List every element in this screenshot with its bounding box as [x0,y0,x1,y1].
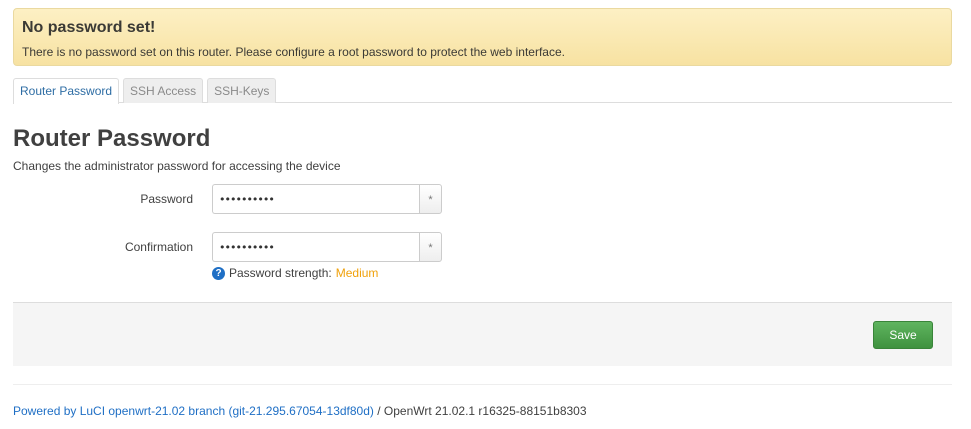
openwrt-version: / OpenWrt 21.02.1 r16325-88151b8303 [373,404,587,418]
footer: Powered by LuCI openwrt-21.02 branch (gi… [13,403,587,419]
password-label: Password [140,192,193,206]
tab-ssh-keys[interactable]: SSH-Keys [207,78,277,103]
confirmation-label: Confirmation [124,240,193,254]
section-description: Changes the administrator password for a… [13,159,341,173]
password-strength: ? Password strength: Medium [212,265,378,281]
save-button[interactable]: Save [873,321,933,349]
alert-text: There is no password set on this router.… [22,45,565,59]
no-password-alert: No password set! There is no password se… [13,8,952,66]
password-reveal-button[interactable]: * [419,184,442,214]
password-input-group: * [212,184,442,214]
confirmation-field[interactable] [212,232,419,262]
password-field[interactable] [212,184,419,214]
tab-ssh-access[interactable]: SSH Access [123,78,204,103]
confirmation-reveal-button[interactable]: * [419,232,442,262]
section-title: Router Password [13,125,211,152]
confirmation-input-group: * [212,232,442,262]
tab-bar: Router Password SSH Access SSH-Keys [13,78,952,104]
strength-label: Password strength: [229,266,332,280]
actions-bar: Save [13,302,952,366]
alert-title: No password set! [22,19,156,36]
footer-divider [13,384,952,385]
tab-router-password[interactable]: Router Password [13,78,120,104]
luci-link[interactable]: Powered by LuCI openwrt-21.02 branch (gi… [13,404,374,418]
question-circle-icon: ? [212,266,225,280]
strength-value: Medium [335,266,379,280]
